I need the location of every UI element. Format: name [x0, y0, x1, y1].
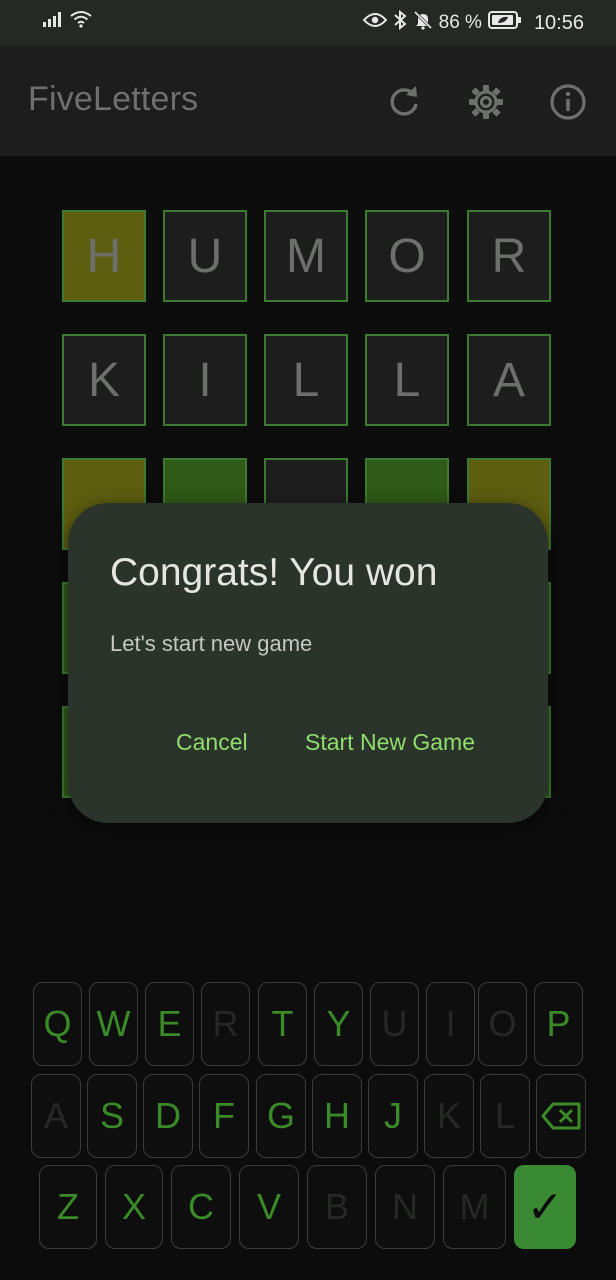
key-y[interactable]: Y — [314, 982, 363, 1066]
key-p[interactable]: P — [534, 982, 583, 1066]
key-n[interactable]: N — [375, 1165, 435, 1249]
key-i[interactable]: I — [426, 982, 475, 1066]
key-g[interactable]: G — [256, 1074, 306, 1158]
settings-gear-icon — [469, 85, 503, 119]
info-button[interactable] — [548, 82, 588, 122]
refresh-icon — [390, 86, 418, 116]
signal-icon — [42, 11, 64, 33]
key-b[interactable]: B — [307, 1165, 367, 1249]
backspace-icon — [541, 1102, 581, 1130]
key-s[interactable]: S — [87, 1074, 137, 1158]
key-u[interactable]: U — [370, 982, 419, 1066]
key-a[interactable]: A — [31, 1074, 81, 1158]
key-c[interactable]: C — [171, 1165, 231, 1249]
status-bar: 86 % 10:56 — [0, 0, 616, 46]
key-x[interactable]: X — [105, 1165, 163, 1249]
key-r[interactable]: R — [201, 982, 250, 1066]
info-icon — [550, 84, 586, 120]
board-tile: A — [467, 334, 551, 426]
app-title: FiveLetters — [28, 80, 199, 118]
key-z[interactable]: Z — [39, 1165, 97, 1249]
key-q[interactable]: Q — [33, 982, 82, 1066]
key-h[interactable]: H — [312, 1074, 362, 1158]
wifi-icon — [70, 10, 92, 34]
key-k[interactable]: K — [424, 1074, 474, 1158]
bell-off-icon — [413, 10, 433, 36]
key-e[interactable]: E — [145, 982, 194, 1066]
key-o[interactable]: O — [478, 982, 527, 1066]
bluetooth-icon — [393, 9, 407, 36]
board-tile: H — [62, 210, 146, 302]
battery-percent: 86 % — [438, 12, 482, 33]
cancel-button[interactable]: Cancel — [176, 729, 248, 756]
key-f[interactable]: F — [199, 1074, 249, 1158]
board-tile: M — [264, 210, 348, 302]
key-t[interactable]: T — [258, 982, 307, 1066]
dialog-title: Congrats! You won — [110, 551, 438, 594]
key-j[interactable]: J — [368, 1074, 418, 1158]
board-tile: K — [62, 334, 146, 426]
board-tile: U — [163, 210, 247, 302]
dialog-message: Let's start new game — [110, 631, 313, 656]
win-dialog: Congrats! You won Let's start new game C… — [68, 503, 548, 823]
board-tile: L — [365, 334, 449, 426]
board-tile: L — [264, 334, 348, 426]
board-tile: O — [365, 210, 449, 302]
board-tile: R — [467, 210, 551, 302]
key-m[interactable]: M — [443, 1165, 506, 1249]
key-w[interactable]: W — [89, 982, 138, 1066]
battery-icon — [487, 11, 522, 35]
board-tile: I — [163, 334, 247, 426]
app-bar: FiveLetters — [0, 46, 616, 156]
key-l[interactable]: L — [480, 1074, 530, 1158]
submit-button[interactable]: ✓ — [514, 1165, 576, 1249]
settings-button[interactable] — [466, 82, 506, 122]
key-v[interactable]: V — [239, 1165, 299, 1249]
key-d[interactable]: D — [143, 1074, 193, 1158]
eye-icon — [362, 12, 387, 34]
refresh-button[interactable] — [384, 82, 424, 122]
start-new-game-button[interactable]: Start New Game — [305, 729, 475, 756]
clock-time: 10:56 — [533, 11, 584, 34]
backspace-button[interactable] — [536, 1074, 586, 1158]
